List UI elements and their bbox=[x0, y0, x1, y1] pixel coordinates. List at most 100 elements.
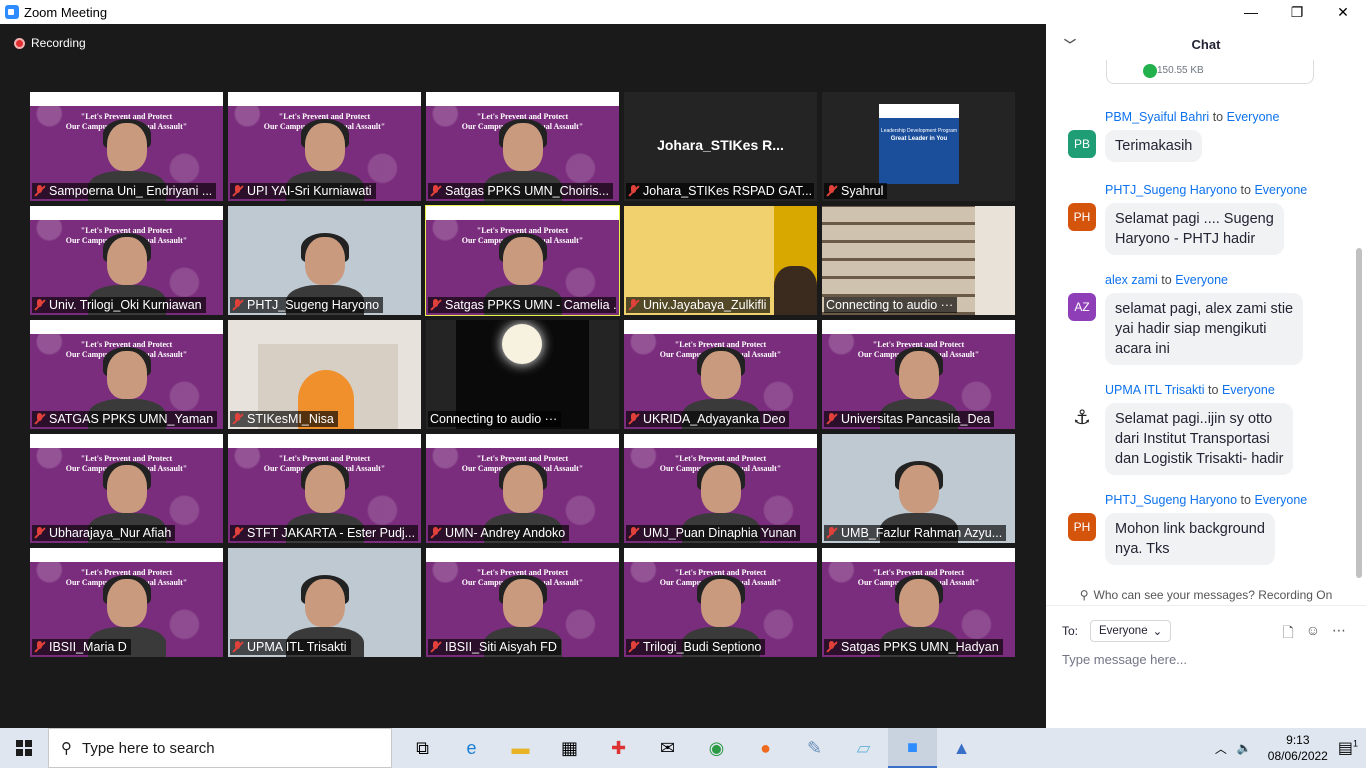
participant-name-text: Satgas PPKS UMN_Choiris... bbox=[445, 184, 609, 198]
more-icon[interactable]: ⋯ bbox=[1332, 622, 1346, 646]
participant-tile[interactable]: UMB_Fazlur Rahman Azyu... bbox=[822, 434, 1015, 543]
mail-icon[interactable]: ✉ bbox=[643, 728, 692, 768]
message-input[interactable] bbox=[1062, 648, 1352, 670]
message-bubble[interactable]: Mohon link background nya. Tks bbox=[1105, 513, 1275, 565]
participant-name-text: UMJ_Puan Dinaphia Yunan bbox=[643, 526, 797, 540]
sender-name[interactable]: UPMA ITL Trisakti bbox=[1105, 383, 1205, 397]
participant-tile[interactable]: Leadership Development Program Great Lead… bbox=[822, 92, 1015, 201]
participant-name-text: STFT JAKARTA - Ester Pudj... bbox=[247, 526, 416, 540]
user-avatar[interactable]: PH bbox=[1068, 513, 1096, 541]
participant-tile[interactable]: "Let's Prevent and ProtectOur Campus Fro… bbox=[228, 92, 421, 201]
participant-tile[interactable]: "Let's Prevent and ProtectOur Campus Fro… bbox=[30, 434, 223, 543]
chevron-down-icon[interactable]: ﹀ bbox=[1064, 36, 1076, 53]
participant-name: Trilogi_Budi Septiono bbox=[626, 639, 766, 655]
participant-tile[interactable]: Univ.Jayabaya_Zulkifli bbox=[624, 206, 817, 315]
sender-name[interactable]: alex zami bbox=[1105, 273, 1158, 287]
recording-indicator[interactable]: Recording bbox=[14, 36, 86, 50]
message-bubble[interactable]: selamat pagi, alex zami stie yai hadir si… bbox=[1105, 293, 1304, 365]
firefox-icon[interactable]: ● bbox=[741, 728, 790, 768]
participant-tile[interactable]: "Let's Prevent and ProtectOur Campus Fro… bbox=[624, 320, 817, 429]
participant-tile[interactable]: PHTJ_Sugeng Haryono bbox=[228, 206, 421, 315]
recipient-name[interactable]: Everyone bbox=[1175, 273, 1228, 287]
sender-name[interactable]: PHTJ_Sugeng Haryono bbox=[1105, 183, 1237, 197]
participant-tile[interactable]: "Let's Prevent and ProtectOur Campus Fro… bbox=[822, 320, 1015, 429]
participant-tile[interactable]: "Let's Prevent and ProtectOur Campus Fro… bbox=[426, 434, 619, 543]
banner-logos bbox=[30, 548, 223, 562]
mic-muted-icon bbox=[34, 185, 45, 197]
participant-tile[interactable]: Connecting to audio ··· bbox=[426, 320, 619, 429]
participant-tile[interactable]: STIKesMI_Nisa bbox=[228, 320, 421, 429]
scrollbar-thumb[interactable] bbox=[1356, 248, 1362, 578]
participant-tile[interactable]: UPMA ITL Trisakti bbox=[228, 548, 421, 657]
file-attachment-card[interactable]: 150.55 KB bbox=[1106, 60, 1314, 84]
user-avatar[interactable]: PH bbox=[1068, 203, 1096, 231]
chat-scrollbar[interactable] bbox=[1355, 68, 1363, 578]
clock[interactable]: 9:13 08/06/2022 bbox=[1268, 732, 1328, 764]
participant-name: Univ.Jayabaya_Zulkifli bbox=[626, 297, 771, 313]
system-tray: ︿ 🔈 9:13 08/06/2022 ▤1 bbox=[1215, 728, 1366, 768]
mic-muted-icon bbox=[232, 299, 243, 311]
recipient-name[interactable]: Everyone bbox=[1254, 493, 1307, 507]
start-button[interactable] bbox=[0, 728, 48, 768]
paint-icon[interactable]: ✎ bbox=[790, 728, 839, 768]
recipient-name[interactable]: Everyone bbox=[1227, 110, 1280, 124]
participant-tile[interactable]: Johara_STIKes R... Johara_STIKes RSPAD GA… bbox=[624, 92, 817, 201]
user-avatar[interactable]: PB bbox=[1068, 130, 1096, 158]
message-visibility-info[interactable]: ⚲ Who can see your messages? Recording O… bbox=[1046, 584, 1366, 606]
mic-muted-icon bbox=[232, 641, 243, 653]
participant-tile[interactable]: "Let's Prevent and ProtectOur Campus Fro… bbox=[30, 206, 223, 315]
sender-name[interactable]: PHTJ_Sugeng Haryono bbox=[1105, 493, 1237, 507]
taskbar-apps: ⧉ e ▬ ▦ ✚ ✉ ◉ ● ✎ ▱ ■ ▲ bbox=[398, 728, 986, 768]
participant-tile[interactable]: "Let's Prevent and ProtectOur Campus Fro… bbox=[426, 92, 619, 201]
chat-tools: 🗋 ☺ ⋯ bbox=[1282, 622, 1346, 646]
participant-name-text: IBSII_Maria D bbox=[49, 640, 127, 654]
edge-icon[interactable]: e bbox=[447, 728, 496, 768]
file-icon[interactable]: 🗋 bbox=[1282, 622, 1293, 646]
participant-tile[interactable]: "Let's Prevent and ProtectOur Campus Fro… bbox=[228, 434, 421, 543]
participant-tile[interactable]: "Let's Prevent and ProtectOur Campus Fro… bbox=[822, 548, 1015, 657]
file-explorer-icon[interactable]: ▬ bbox=[496, 728, 545, 768]
notification-icon[interactable]: ▤1 bbox=[1338, 738, 1358, 758]
gift-icon[interactable]: ✚ bbox=[594, 728, 643, 768]
participant-name: IBSII_Siti Aisyah FD bbox=[428, 639, 561, 655]
message-bubble[interactable]: Terimakasih bbox=[1105, 130, 1203, 162]
participant-tile[interactable]: "Let's Prevent and ProtectOur Campus Fro… bbox=[30, 320, 223, 429]
recipient-name[interactable]: Everyone bbox=[1254, 183, 1307, 197]
participant-name: Satgas PPKS UMN_Hadyan bbox=[824, 639, 1003, 655]
recipient-value: Everyone bbox=[1099, 625, 1148, 637]
close-button[interactable]: ✕ bbox=[1320, 0, 1366, 24]
photos-icon[interactable]: ▲ bbox=[937, 728, 986, 768]
mic-muted-icon bbox=[232, 185, 243, 197]
participant-tile[interactable]: "Let's Prevent and ProtectOur Campus Fro… bbox=[624, 548, 817, 657]
sender-name[interactable]: PBM_Syaiful Bahri bbox=[1105, 110, 1209, 124]
chevron-up-icon[interactable]: ︿ bbox=[1215, 740, 1227, 757]
logo-avatar[interactable]: ⚓ bbox=[1068, 403, 1096, 431]
message-bubble[interactable]: Selamat pagi..ijin sy otto dari Institut … bbox=[1105, 403, 1294, 475]
recipient-select[interactable]: Everyone ⌄ bbox=[1090, 620, 1172, 642]
minimize-button[interactable]: — bbox=[1228, 0, 1274, 24]
participant-video bbox=[502, 324, 542, 364]
participant-tile[interactable]: "Let's Prevent and ProtectOur Campus Fro… bbox=[30, 92, 223, 201]
participant-tile[interactable]: "Let's Prevent and ProtectOur Campus Fro… bbox=[624, 434, 817, 543]
zoom-icon[interactable]: ■ bbox=[888, 728, 937, 768]
window-titlebar: Zoom Meeting — ❐ ✕ bbox=[0, 0, 1366, 24]
message-bubble[interactable]: Selamat pagi .... Sugeng Haryono - PHTJ h… bbox=[1105, 203, 1284, 255]
chrome-icon[interactable]: ◉ bbox=[692, 728, 741, 768]
recipient-name[interactable]: Everyone bbox=[1222, 383, 1275, 397]
participant-tile[interactable]: "Let's Prevent and ProtectOur Campus Fro… bbox=[425, 205, 620, 316]
windows-icon bbox=[16, 740, 32, 756]
participant-tile[interactable]: Connecting to audio ··· bbox=[822, 206, 1015, 315]
files-icon[interactable]: ▱ bbox=[839, 728, 888, 768]
user-avatar[interactable]: AZ bbox=[1068, 293, 1096, 321]
message-sender: PHTJ_Sugeng Haryono to Everyone bbox=[1105, 183, 1307, 197]
person-icon: ⚲ bbox=[1079, 587, 1089, 602]
participant-tile[interactable]: "Let's Prevent and ProtectOur Campus Fro… bbox=[30, 548, 223, 657]
participant-tile[interactable]: "Let's Prevent and ProtectOur Campus Fro… bbox=[426, 548, 619, 657]
emoji-icon[interactable]: ☺ bbox=[1306, 622, 1320, 646]
maximize-button[interactable]: ❐ bbox=[1274, 0, 1320, 24]
store-icon[interactable]: ▦ bbox=[545, 728, 594, 768]
participant-name: Universitas Pancasila_Dea bbox=[824, 411, 995, 427]
taskbar-search[interactable]: ⚲ Type here to search bbox=[48, 728, 392, 768]
task-view-icon[interactable]: ⧉ bbox=[398, 728, 447, 768]
volume-icon[interactable]: 🔈 bbox=[1237, 741, 1252, 755]
